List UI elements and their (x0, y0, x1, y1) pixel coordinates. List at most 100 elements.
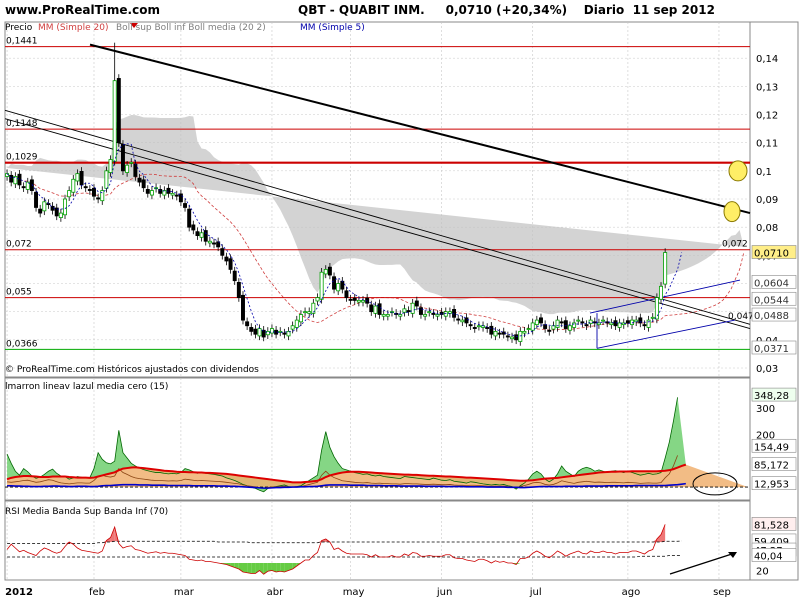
candle (369, 304, 374, 313)
candle (17, 173, 22, 186)
price-pane (4, 21, 751, 378)
candle (149, 190, 154, 196)
candle (100, 190, 105, 202)
candle (67, 190, 72, 198)
candle (659, 285, 663, 300)
candle (323, 269, 328, 275)
candle (551, 325, 556, 330)
candle (170, 192, 175, 196)
candle (505, 335, 510, 338)
price-footer: © ProRealTime.com Históricos ajustados c… (5, 364, 259, 375)
price-y-tick-label: 0,13 (756, 82, 778, 93)
price-y-tick-label: 0,03 (756, 364, 778, 375)
candle (398, 314, 403, 317)
rsi-oversold-fill (267, 563, 272, 572)
price-y-tick-label: 0,1 (756, 167, 772, 178)
candle (332, 276, 337, 290)
osc-value-label: 154,49 (754, 442, 789, 453)
annotation-label: 0,047 (728, 312, 754, 322)
x-tick-label: jul (529, 587, 542, 598)
candle (460, 319, 465, 323)
candle (373, 305, 378, 314)
x-tick-label: jun (436, 587, 452, 598)
chart-canvas: 0,14410,11480,10290,0720,0550,03660,0720… (4, 21, 799, 598)
candle (249, 327, 254, 332)
rsi-oversold-fill (276, 563, 281, 572)
candle (112, 80, 117, 162)
rsi-legend: RSI Media Banda Sup Banda Inf (70) (5, 507, 168, 517)
horizontal-level-label: 0,072 (6, 240, 32, 250)
candle (377, 303, 382, 315)
candle (646, 319, 651, 328)
price-value-label: 0,0371 (754, 344, 789, 355)
candle (563, 320, 568, 329)
candle (232, 270, 237, 282)
annotation-label: 0,072 (722, 240, 748, 250)
candle (83, 186, 88, 189)
price-y-tick-label: 0,09 (756, 195, 778, 206)
candle (327, 266, 332, 276)
candle (650, 316, 655, 319)
candle (663, 252, 668, 285)
osc-value-label: 12,953 (754, 480, 789, 491)
price-legend-mm5: MM (Simple 5) (300, 23, 365, 33)
oscillator-legend: lmarron lineav lazul media cero (15) (5, 382, 168, 392)
osc-value-label: 85,172 (754, 461, 789, 472)
candle (224, 256, 229, 262)
candle (116, 78, 121, 144)
rsi-oversold-fill (242, 563, 248, 573)
candle (236, 281, 241, 298)
candle (381, 314, 386, 317)
rsi-oversold-fill (251, 563, 256, 574)
rsi-oversold-fill (280, 563, 285, 572)
price-legend-boll: Boll sup Boll inf Boll media (20 2) (116, 23, 266, 33)
candle (340, 280, 345, 290)
candle (71, 178, 76, 193)
candle (294, 319, 299, 328)
candle (120, 143, 125, 172)
candle (141, 179, 146, 189)
rsi-value-label: 40,04 (754, 551, 783, 562)
candle (456, 318, 461, 321)
candle (539, 317, 543, 324)
candle (352, 297, 357, 301)
candle (518, 330, 523, 342)
candle (253, 328, 258, 335)
candle (642, 324, 647, 327)
price-legend-mm20: MM (Simple 20) (38, 23, 108, 33)
x-tick-label: mar (174, 587, 195, 598)
candle (472, 327, 477, 329)
candle (133, 163, 138, 177)
candle (336, 283, 341, 292)
price-y-tick-label: 0,12 (756, 111, 778, 122)
candle (178, 193, 183, 203)
candle (423, 314, 428, 317)
candle (431, 312, 436, 315)
candle (42, 201, 47, 212)
candle (38, 208, 43, 214)
candle (63, 198, 67, 216)
price-legend-prefix: Precio (5, 23, 33, 33)
horizontal-level-label: 0,055 (6, 288, 32, 298)
candle (361, 299, 365, 303)
candle (464, 317, 469, 324)
candle (625, 320, 630, 324)
candle (207, 240, 212, 244)
candle (406, 310, 411, 313)
price-y-tick-label: 0,14 (756, 54, 778, 65)
candle (257, 328, 262, 337)
candle (348, 298, 353, 301)
candle (654, 297, 659, 320)
candle (468, 324, 473, 327)
candle (435, 314, 440, 317)
candle (87, 189, 92, 191)
rsi-value-label: 81,528 (754, 520, 789, 531)
candle (174, 194, 179, 197)
rsi-y-tick-label: 20 (756, 567, 769, 578)
candle (137, 177, 142, 183)
candle (145, 189, 150, 194)
candle (282, 332, 287, 335)
x-tick-label: abr (267, 587, 284, 598)
rsi-oversold-fill (247, 563, 252, 574)
candle (303, 311, 308, 314)
